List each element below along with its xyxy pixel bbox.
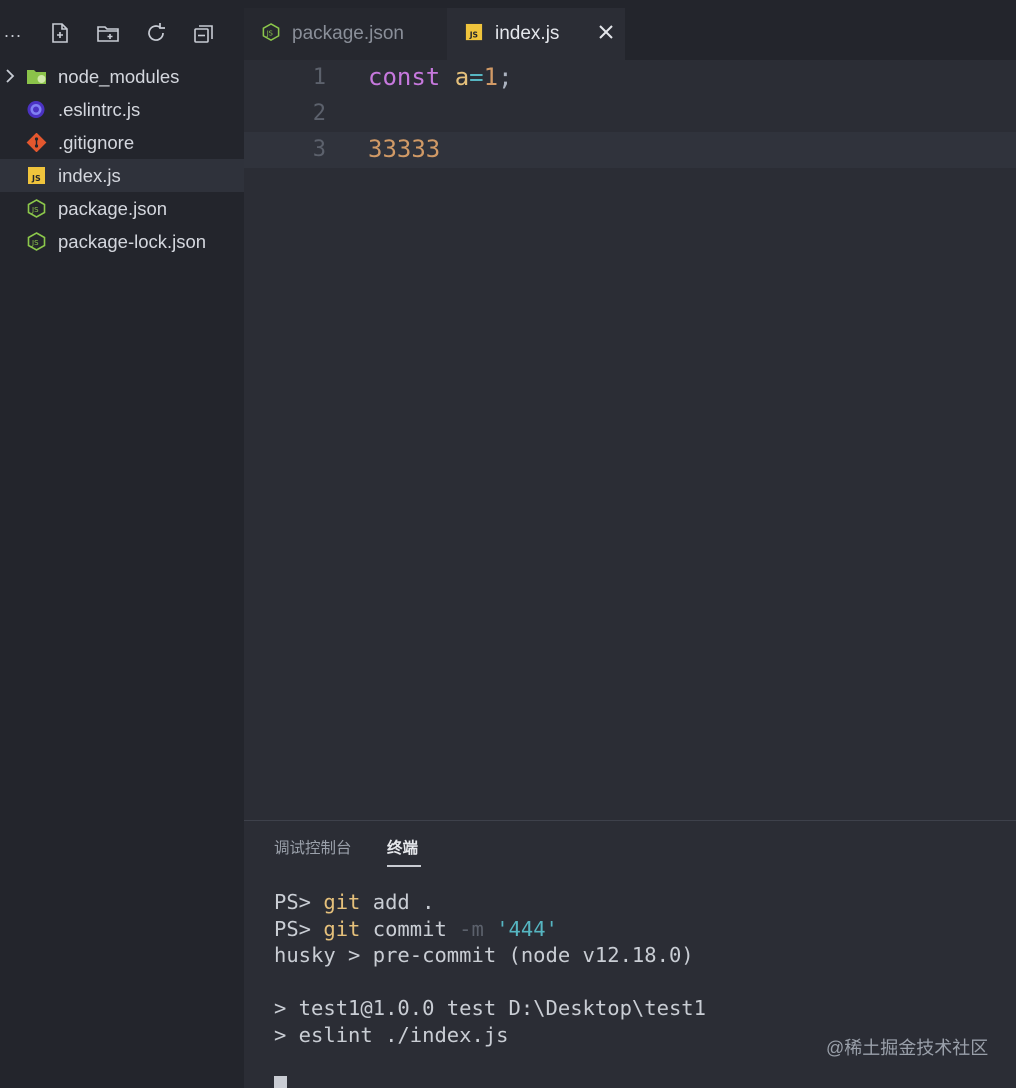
terminal-token: '444'	[496, 916, 558, 941]
terminal-token: > test1@1.0.0 test D:\Desktop\test1	[274, 996, 706, 1020]
folder-icon	[26, 67, 47, 86]
code-editor[interactable]: 1 const a=1; 2 3 33333	[244, 60, 1016, 820]
code-line[interactable]: 3 33333	[244, 132, 1016, 168]
terminal-line: > test1@1.0.0 test D:\Desktop\test1	[274, 995, 706, 1022]
tree-item-label: .gitignore	[58, 132, 135, 153]
node-icon: JS	[261, 23, 281, 43]
code-line[interactable]: 2	[244, 96, 1016, 132]
tree-item-gitignore[interactable]: .gitignore	[0, 126, 244, 159]
code-token: ;	[498, 63, 513, 91]
js-icon: JS	[464, 23, 484, 43]
eslint-icon	[26, 100, 47, 119]
code-text: const a=1;	[368, 62, 513, 92]
tab-package-json[interactable]: JS package.json	[244, 8, 447, 60]
line-number: 3	[312, 137, 326, 162]
editor-tab-bar: JS package.json JS index.js	[244, 0, 1016, 60]
svg-text:JS: JS	[266, 29, 273, 37]
file-tree: node_modules .eslintrc.js .gitignore JS …	[0, 60, 244, 258]
terminal-token: git	[323, 916, 361, 941]
tree-item-label: node_modules	[58, 66, 180, 87]
tree-item-package-lock-json[interactable]: JS package-lock.json	[0, 225, 244, 258]
new-file-icon[interactable]	[48, 21, 72, 45]
tab-label: package.json	[292, 23, 404, 44]
svg-text:JS: JS	[31, 239, 39, 247]
tree-item-eslintrc[interactable]: .eslintrc.js	[0, 93, 244, 126]
explorer-sidebar: ... node_modules .eslintrc.js .gitignore…	[0, 0, 244, 1088]
svg-text:JS: JS	[31, 206, 39, 214]
tree-item-node-modules[interactable]: node_modules	[0, 60, 244, 93]
tab-index-js[interactable]: JS index.js	[447, 8, 625, 60]
git-icon	[26, 132, 47, 153]
terminal-line: > eslint ./index.js	[274, 1022, 706, 1049]
tree-item-label: index.js	[58, 165, 121, 186]
tree-item-label: .eslintrc.js	[58, 99, 141, 120]
code-token: 1	[483, 63, 499, 91]
more-actions-button[interactable]: ...	[4, 22, 22, 40]
terminal-token: add .	[360, 890, 435, 914]
tree-item-label: package.json	[58, 198, 168, 219]
terminal-line: husky > pre-commit (node v12.18.0)	[274, 942, 706, 969]
tree-item-index-js[interactable]: JS index.js	[0, 159, 244, 192]
tab-label: index.js	[495, 23, 560, 44]
code-text: 33333	[368, 134, 440, 164]
terminal-output[interactable]: PS> git add . PS> git commit -m '444' husk…	[274, 889, 706, 1048]
svg-text:JS: JS	[31, 174, 41, 183]
line-number: 1	[312, 65, 326, 90]
terminal-line: PS> git commit -m '444'	[274, 916, 706, 943]
tab-debug-console[interactable]: 调试控制台	[274, 838, 352, 860]
terminal-line: PS> git add .	[274, 889, 706, 916]
close-tab-icon[interactable]	[595, 21, 617, 43]
code-line[interactable]: 1 const a=1;	[244, 60, 1016, 96]
svg-text:JS: JS	[469, 30, 478, 39]
refresh-icon[interactable]	[144, 21, 168, 45]
code-token: a	[454, 63, 470, 91]
terminal-token: husky > pre-commit (node v12.18.0)	[274, 943, 694, 967]
terminal-token: > eslint ./index.js	[274, 1022, 509, 1047]
new-folder-icon[interactable]	[96, 21, 120, 45]
node-icon: JS	[26, 232, 47, 251]
tab-terminal[interactable]: 终端	[387, 838, 418, 860]
terminal-token: -m	[459, 916, 484, 941]
chevron-right-icon[interactable]	[3, 68, 17, 84]
explorer-toolbar: ...	[0, 0, 244, 62]
line-number: 2	[312, 101, 326, 126]
collapse-all-icon[interactable]	[192, 21, 216, 45]
tree-item-label: package-lock.json	[58, 231, 207, 252]
terminal-token: PS>	[274, 890, 324, 914]
active-tab-indicator	[387, 865, 421, 867]
terminal-token: git	[323, 890, 361, 914]
code-token: =	[469, 63, 484, 91]
code-token: const	[368, 63, 441, 91]
code-token: 33333	[368, 135, 441, 163]
node-icon: JS	[26, 199, 47, 218]
terminal-token: PS>	[274, 916, 324, 941]
js-icon: JS	[26, 166, 47, 185]
tree-item-package-json[interactable]: JS package.json	[0, 192, 244, 225]
terminal-cursor	[274, 1076, 287, 1088]
watermark: @稀土掘金技术社区	[826, 1038, 989, 1058]
terminal-token: commit	[360, 916, 460, 941]
